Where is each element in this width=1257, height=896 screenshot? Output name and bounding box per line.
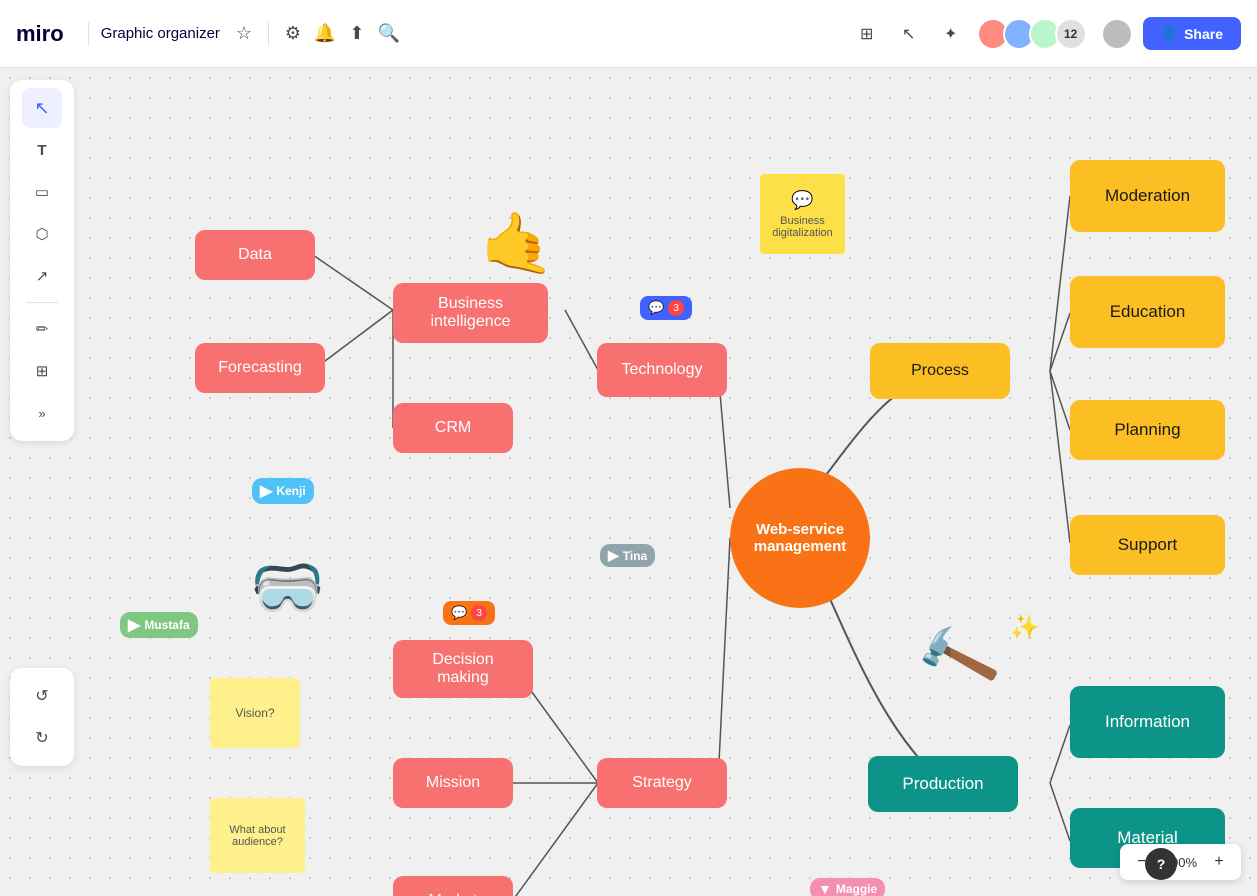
hammer-sticker: 🔨 [910,612,1004,704]
header-divider2 [268,22,269,46]
share-icon: 👤 [1161,25,1178,42]
star2-icon[interactable]: ✦ [935,18,967,50]
chat-badge-2[interactable]: 💬 3 [443,601,495,625]
node-technology[interactable]: Technology [597,343,727,397]
glasses-sticker: 🥽 [250,552,325,623]
node-moderation[interactable]: Moderation [1070,160,1225,232]
sticky-audience[interactable]: What about audience? [210,798,305,873]
export-icon[interactable]: ⬆ [341,18,373,50]
node-production[interactable]: Production [868,756,1018,812]
board-title: Graphic organizer [101,25,220,42]
star-icon[interactable]: ☆ [228,18,260,50]
chat-badge-1[interactable]: 💬 3 [640,296,692,320]
redo-button[interactable]: ↻ [22,718,62,758]
chat-icon-2: 💬 [451,605,467,621]
node-market[interactable]: Market [393,876,513,896]
user-avatar [1101,18,1133,50]
header: miro Graphic organizer ☆ ⚙ 🔔 ⬆ 🔍 ⊞ ↖ ✦ 1… [0,0,1257,68]
node-crm[interactable]: CRM [393,403,513,453]
node-information[interactable]: Information [1070,686,1225,758]
cursor-maggie: ▼ Maggie [810,878,885,896]
sticky-tool[interactable]: ▭ [22,172,62,212]
more-tools[interactable]: » [22,393,62,433]
undo-redo-toolbar: ↺ ↻ [10,668,74,766]
sticky-business-digitalization[interactable]: 💬 Business digitalization [760,174,845,254]
apps-icon[interactable]: ⊞ [851,18,883,50]
arrow-tool[interactable]: ↗ [22,256,62,296]
canvas: Web-service management Data Forecasting … [0,68,1257,896]
node-strategy[interactable]: Strategy [597,758,727,808]
avatar-group: 12 [977,18,1087,50]
header-right: ⊞ ↖ ✦ 12 👤 Share [851,17,1241,50]
header-divider [88,22,89,46]
sticky-vision[interactable]: Vision? [210,678,300,748]
node-forecasting[interactable]: Forecasting [195,343,325,393]
node-planning[interactable]: Planning [1070,400,1225,460]
node-mission[interactable]: Mission [393,758,513,808]
share-button[interactable]: 👤 Share [1143,17,1241,50]
badge-count-1: 3 [668,300,684,316]
zoom-in-button[interactable]: + [1205,848,1233,876]
node-process[interactable]: Process [870,343,1010,399]
settings-icon[interactable]: ⚙ [277,18,309,50]
badge-count-2: 3 [471,605,487,621]
center-node[interactable]: Web-service management [730,468,870,608]
text-tool[interactable]: T [22,130,62,170]
undo-button[interactable]: ↺ [22,676,62,716]
node-education[interactable]: Education [1070,276,1225,348]
pointer-icon[interactable]: ↖ [893,18,925,50]
miro-logo: miro [16,21,64,47]
sparkle-sticker: ✨ [1010,613,1040,642]
pen-tool[interactable]: ✏ [22,309,62,349]
wave-sticker: 🤙 [480,208,555,279]
frame-tool[interactable]: ⊞ [22,351,62,391]
node-support[interactable]: Support [1070,515,1225,575]
help-button[interactable]: ? [1145,848,1177,880]
node-business-intelligence[interactable]: Business intelligence [393,283,548,343]
cursor-mustafa: ▶ Mustafa [120,612,198,638]
shapes-tool[interactable]: ⬡ [22,214,62,254]
toolbar-separator [26,302,58,303]
avatar-count: 12 [1055,18,1087,50]
search-icon[interactable]: 🔍 [373,18,405,50]
cursor-kenji: ▶ Kenji [252,478,314,504]
notifications-icon[interactable]: 🔔 [309,18,341,50]
node-data[interactable]: Data [195,230,315,280]
left-toolbar: ↖ T ▭ ⬡ ↗ ✏ ⊞ » [10,80,74,441]
zoom-toolbar: − 100% + [1120,844,1241,880]
cursor-tool[interactable]: ↖ [22,88,62,128]
cursor-tina: ▶ Tina [600,544,655,567]
node-decision-making[interactable]: Decision making [393,640,533,698]
chat-icon-1: 💬 [648,300,664,316]
